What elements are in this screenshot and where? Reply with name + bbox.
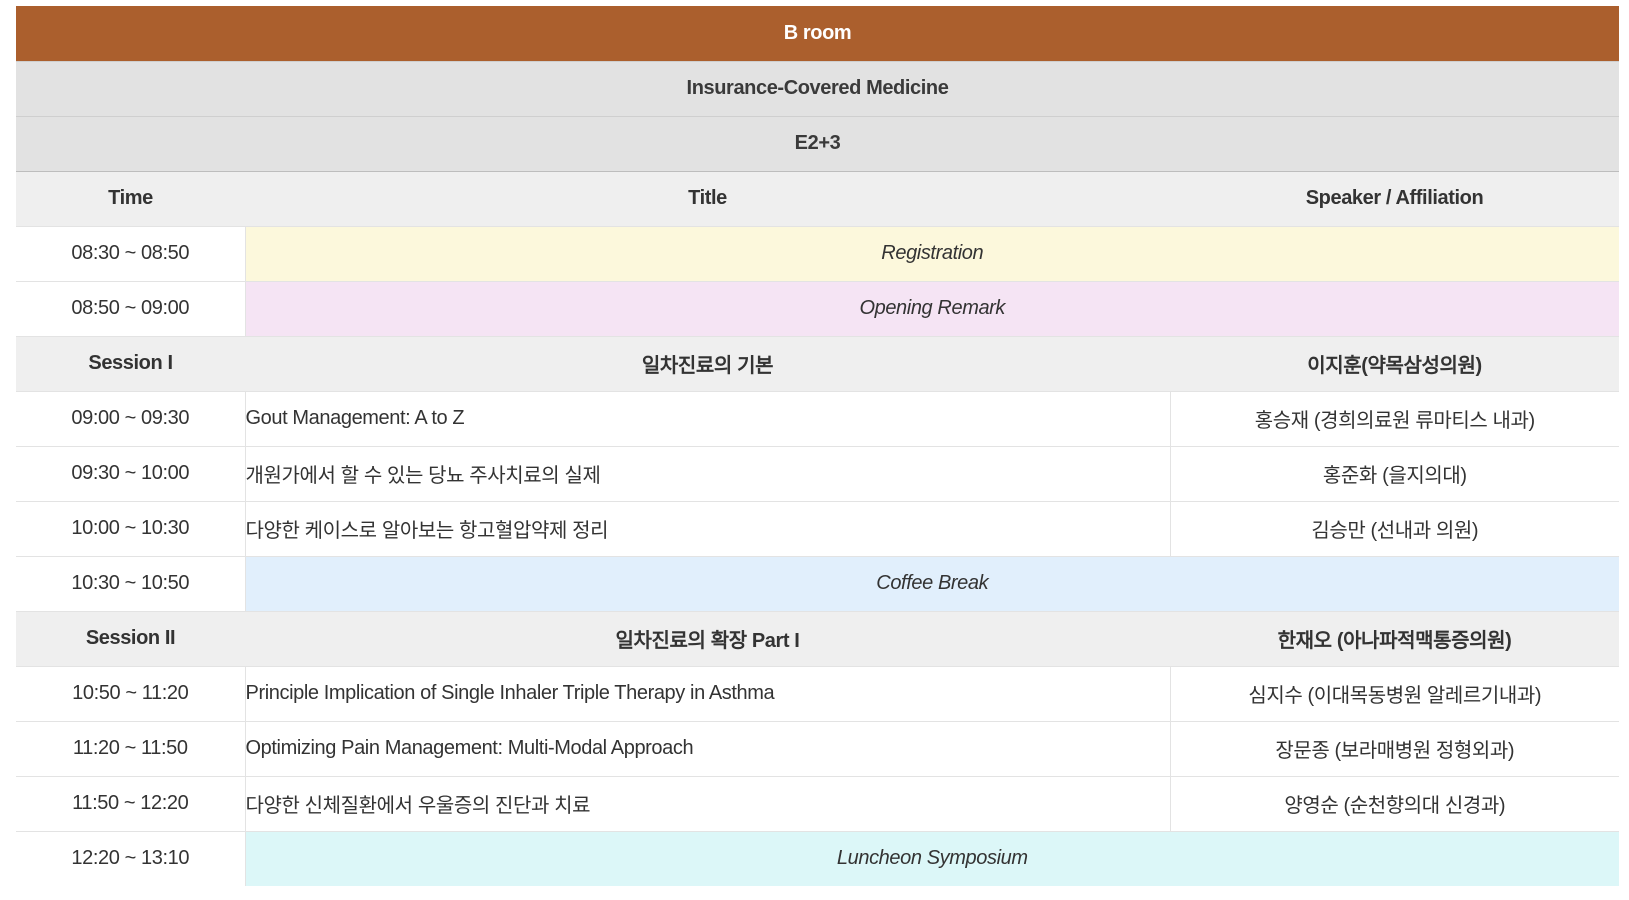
table-row: 10:50 ~ 11:20 Principle Implication of S… — [16, 665, 1620, 721]
session-row-2: Session II 일차진료의 확장 Part I 한재오 (아나파적맥통증의… — [16, 610, 1620, 666]
table-row: 09:30 ~ 10:00 개원가에서 할 수 있는 당뇨 주사치료의 실제 홍… — [16, 445, 1620, 501]
location-name: E2+3 — [16, 115, 1620, 171]
row-time: 12:20 ~ 13:10 — [16, 830, 246, 886]
column-header-time: Time — [16, 170, 245, 226]
row-time: 09:00 ~ 09:30 — [16, 390, 246, 446]
session-chair: 한재오 (아나파적맥통증의원) — [1170, 610, 1620, 666]
table-row: 09:00 ~ 09:30 Gout Management: A to Z 홍승… — [16, 390, 1620, 446]
row-speaker: 심지수 (이대목동병원 알레르기내과) — [1170, 665, 1620, 721]
table-row-opening: 08:50 ~ 09:00 Opening Remark — [16, 280, 1620, 336]
row-time: 08:30 ~ 08:50 — [16, 225, 246, 281]
row-time: 11:50 ~ 12:20 — [16, 775, 246, 831]
row-title: Gout Management: A to Z — [245, 390, 1171, 446]
row-speaker: 양영순 (순천향의대 신경과) — [1170, 775, 1620, 831]
column-header-row: Time Title Speaker / Affiliation — [16, 170, 1620, 226]
schedule-table: B room Insurance-Covered Medicine E2+3 T… — [16, 6, 1620, 886]
room-header-row: B room — [16, 6, 1620, 61]
table-row: 11:20 ~ 11:50 Optimizing Pain Management… — [16, 720, 1620, 776]
luncheon-label: Luncheon Symposium — [245, 830, 1620, 886]
opening-remark-label: Opening Remark — [245, 280, 1620, 336]
registration-label: Registration — [245, 225, 1620, 281]
session-title: 일차진료의 기본 — [245, 335, 1170, 391]
table-row-registration: 08:30 ~ 08:50 Registration — [16, 225, 1620, 281]
session-name: Session II — [16, 610, 245, 666]
row-time: 10:30 ~ 10:50 — [16, 555, 246, 611]
column-header-speaker: Speaker / Affiliation — [1170, 170, 1620, 226]
room-name: B room — [16, 6, 1620, 61]
location-row: E2+3 — [16, 115, 1620, 171]
row-title: Optimizing Pain Management: Multi-Modal … — [245, 720, 1171, 776]
session-chair: 이지훈(약목삼성의원) — [1170, 335, 1620, 391]
row-time: 10:50 ~ 11:20 — [16, 665, 246, 721]
session-row-1: Session I 일차진료의 기본 이지훈(약목삼성의원) — [16, 335, 1620, 391]
table-row: 11:50 ~ 12:20 다양한 신체질환에서 우울증의 진단과 치료 양영순… — [16, 775, 1620, 831]
table-row-coffee: 10:30 ~ 10:50 Coffee Break — [16, 555, 1620, 611]
table-row: 10:00 ~ 10:30 다양한 케이스로 알아보는 항고혈압약제 정리 김승… — [16, 500, 1620, 556]
table-row-luncheon: 12:20 ~ 13:10 Luncheon Symposium — [16, 830, 1620, 886]
row-title: 다양한 케이스로 알아보는 항고혈압약제 정리 — [245, 500, 1171, 556]
row-time: 08:50 ~ 09:00 — [16, 280, 246, 336]
track-row: Insurance-Covered Medicine — [16, 60, 1620, 116]
row-speaker: 장문종 (보라매병원 정형외과) — [1170, 720, 1620, 776]
coffee-break-label: Coffee Break — [245, 555, 1620, 611]
track-name: Insurance-Covered Medicine — [16, 60, 1620, 116]
row-title: Principle Implication of Single Inhaler … — [245, 665, 1171, 721]
row-time: 10:00 ~ 10:30 — [16, 500, 246, 556]
row-speaker: 김승만 (선내과 의원) — [1170, 500, 1620, 556]
row-title: 다양한 신체질환에서 우울증의 진단과 치료 — [245, 775, 1171, 831]
session-title: 일차진료의 확장 Part I — [245, 610, 1170, 666]
row-time: 09:30 ~ 10:00 — [16, 445, 246, 501]
column-header-title: Title — [245, 170, 1170, 226]
row-title: 개원가에서 할 수 있는 당뇨 주사치료의 실제 — [245, 445, 1171, 501]
row-time: 11:20 ~ 11:50 — [16, 720, 246, 776]
session-name: Session I — [16, 335, 245, 391]
row-speaker: 홍승재 (경희의료원 류마티스 내과) — [1170, 390, 1620, 446]
row-speaker: 홍준화 (을지의대) — [1170, 445, 1620, 501]
